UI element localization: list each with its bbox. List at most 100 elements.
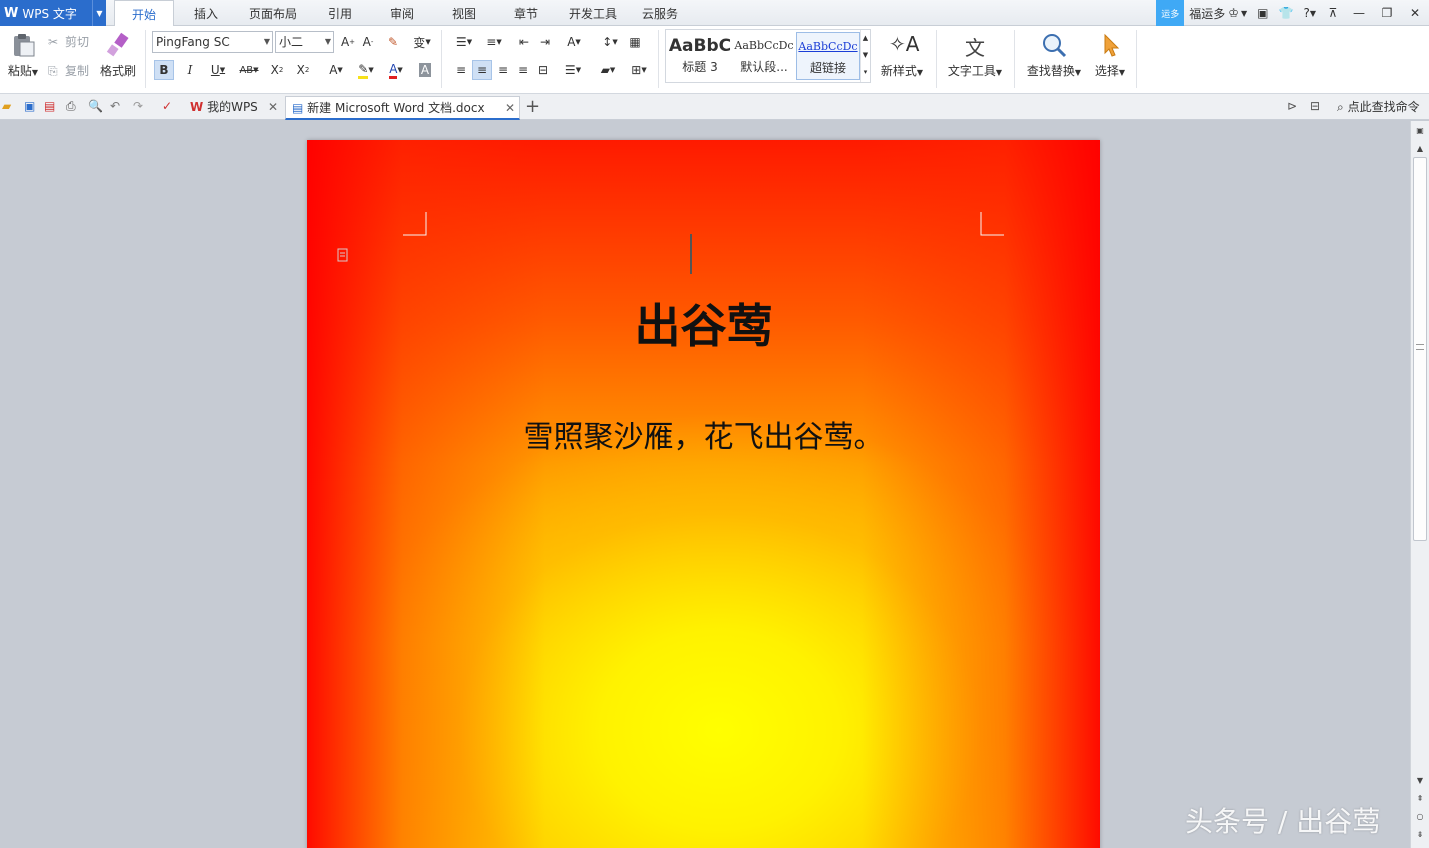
gallery-scroll[interactable]: ▲ ▼ ▾	[860, 30, 870, 82]
text-effect-icon[interactable]: A ▼	[322, 60, 350, 80]
wps-logo-icon: W	[190, 100, 204, 114]
find-replace-button[interactable]: 查找替换▼	[1023, 26, 1085, 79]
paste-button[interactable]: 粘贴▼	[4, 26, 42, 79]
format-painter-button[interactable]: 格式刷	[98, 26, 138, 79]
sort-icon[interactable]: ↕ ▼	[596, 32, 624, 52]
help-button[interactable]: ? ▼	[1298, 0, 1321, 26]
copy-button[interactable]: ⎘ 复制	[48, 62, 89, 79]
subscript-icon[interactable]: X2	[293, 60, 313, 80]
font-size-select[interactable]: 小二 ▼	[275, 31, 334, 53]
app-menu-button[interactable]: W WPS 文字 ▼	[0, 0, 106, 26]
cursor-arrow-icon	[1104, 33, 1120, 57]
select-browse-object-icon[interactable]: ○	[1411, 809, 1429, 823]
print-preview-icon[interactable]: 🔍	[88, 99, 104, 115]
cloud-badge[interactable]: 运多	[1156, 0, 1185, 26]
new-style-button[interactable]: ✧A 新样式▼	[876, 26, 928, 79]
command-search[interactable]: ⌕ 点此查找命令	[1337, 98, 1420, 115]
tab-label: 新建 Microsoft Word 文档.docx	[307, 101, 485, 115]
numbering-icon[interactable]: ≡ ▼	[480, 32, 508, 52]
justify-icon[interactable]: ≡	[513, 60, 533, 80]
italic-button[interactable]: I	[180, 60, 200, 80]
skin-icon[interactable]: ▣	[1252, 0, 1273, 26]
tab-insert[interactable]: 插入	[180, 0, 232, 26]
font-name-select[interactable]: PingFang SC ▼	[152, 31, 273, 53]
tab-view[interactable]: 视图	[438, 0, 490, 26]
share-icon[interactable]: ⊟	[1310, 99, 1320, 113]
style-hyperlink[interactable]: AaBbCcDc 超链接	[796, 32, 860, 80]
shading-icon[interactable]: ▰ ▼	[594, 60, 622, 80]
tab-document[interactable]: ▤ 新建 Microsoft Word 文档.docx ✕	[285, 96, 520, 120]
scroll-thumb[interactable]	[1413, 157, 1427, 541]
tab-review[interactable]: 审阅	[376, 0, 428, 26]
next-page-icon[interactable]: ⇟	[1411, 827, 1429, 841]
undo-icon[interactable]: ↶	[110, 99, 126, 115]
line-spacing-icon[interactable]: ☰ ▼	[559, 60, 587, 80]
tab-page-layout[interactable]: 页面布局	[242, 0, 304, 26]
align-center-icon[interactable]: ≡	[472, 60, 492, 80]
tab-home[interactable]: 开始	[114, 0, 174, 27]
shrink-font-icon[interactable]: A-	[358, 32, 378, 52]
tab-developer[interactable]: 开发工具	[562, 0, 624, 26]
restore-icon[interactable]: ❐	[1373, 0, 1401, 26]
tab-my-wps[interactable]: W 我的WPS ✕	[184, 96, 282, 120]
superscript-icon[interactable]: X2	[267, 60, 287, 80]
document-page[interactable]: 出谷莺 雪照聚沙雁，花飞出谷莺。	[307, 140, 1100, 848]
style-heading3[interactable]: AaBbC 标题 3	[668, 32, 732, 80]
save-icon[interactable]: ▣	[24, 99, 40, 115]
grow-font-icon[interactable]: A +	[338, 32, 358, 52]
char-shading-icon[interactable]: A	[415, 60, 435, 80]
user-name: 福运多	[1189, 6, 1226, 21]
shirt-icon[interactable]: 👕	[1274, 0, 1299, 26]
font-color-icon[interactable]: A ▼	[382, 60, 410, 80]
tab-references[interactable]: 引用	[314, 0, 366, 26]
split-view-icon[interactable]: ▣	[1411, 123, 1429, 137]
underline-button[interactable]: U ▼	[204, 60, 232, 80]
prev-page-icon[interactable]: ⇞	[1411, 791, 1429, 805]
export-pdf-icon[interactable]: ▤	[44, 99, 60, 115]
select-button[interactable]: 选择▼	[1091, 26, 1129, 79]
decrease-indent-icon[interactable]: ⇤	[514, 32, 534, 52]
close-icon[interactable]: ✕	[1401, 0, 1429, 26]
chevron-down-icon: ▼	[1241, 8, 1248, 18]
text-tools-button[interactable]: 文 文字工具▼	[944, 26, 1006, 79]
scroll-down-icon[interactable]: ▼	[1411, 773, 1429, 787]
align-left-icon[interactable]: ≡	[451, 60, 471, 80]
user-account[interactable]: 福运多 ♔ ▼	[1184, 0, 1252, 26]
document-title[interactable]: 出谷莺	[307, 290, 1100, 356]
strikethrough-button[interactable]: AB ▼	[235, 60, 263, 80]
minimize-icon[interactable]: —	[1345, 0, 1373, 26]
chevron-down-icon[interactable]: ▼	[92, 0, 106, 26]
document-paragraph[interactable]: 雪照聚沙雁，花飞出谷莺。	[307, 412, 1100, 456]
style-default-paragraph[interactable]: AaBbCcDc 默认段...	[732, 32, 796, 80]
word-doc-icon: ▤	[292, 101, 304, 115]
table-icon[interactable]: ▦	[625, 32, 645, 52]
highlight-icon[interactable]: ✎ ▼	[352, 60, 380, 80]
vertical-scrollbar[interactable]: ▣ ▲ ▼ ⇞ ○ ⇟	[1410, 121, 1429, 848]
divider	[658, 30, 659, 88]
tab-cloud[interactable]: 云服务	[634, 0, 686, 26]
tab-chapter[interactable]: 章节	[500, 0, 552, 26]
scissors-icon: ✂	[48, 34, 59, 49]
new-tab-icon[interactable]: +	[525, 96, 540, 117]
close-icon[interactable]: ✕	[268, 96, 278, 118]
divider	[1136, 30, 1137, 88]
scroll-up-icon[interactable]: ▲	[1411, 141, 1429, 155]
print-icon[interactable]: ⎙	[66, 99, 82, 115]
borders-icon[interactable]: ⊞ ▼	[625, 60, 653, 80]
close-icon[interactable]: ✕	[505, 97, 515, 119]
open-folder-icon[interactable]: ▰	[2, 99, 18, 115]
cut-button[interactable]: ✂ 剪切	[48, 33, 89, 50]
align-right-icon[interactable]: ≡	[493, 60, 513, 80]
grip-icon	[1416, 344, 1424, 350]
collapse-ribbon-icon[interactable]: ⊼	[1321, 0, 1345, 26]
redo-icon[interactable]: ↷	[133, 99, 149, 115]
distribute-icon[interactable]: ⊟	[533, 60, 553, 80]
bold-button[interactable]: B	[154, 60, 174, 80]
customize-qa-icon[interactable]: ✓	[162, 99, 178, 115]
clear-format-icon[interactable]: ✎	[383, 32, 403, 52]
text-direction-icon[interactable]: A ▼	[560, 32, 588, 52]
increase-indent-icon[interactable]: ⇥	[535, 32, 555, 52]
docer-icon[interactable]: ⊳	[1287, 99, 1297, 113]
phonetic-guide-icon[interactable]: 变 ▼	[408, 32, 436, 52]
bullets-icon[interactable]: ☰ ▼	[450, 32, 478, 52]
